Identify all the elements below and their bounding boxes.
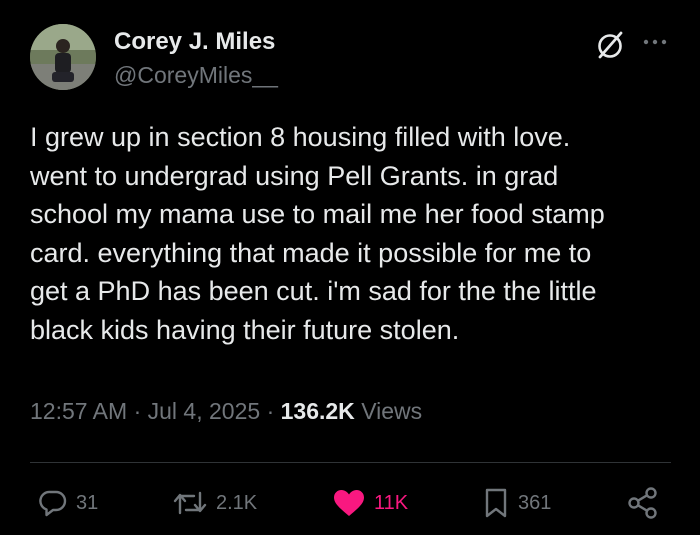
author-handle[interactable]: @CoreyMiles__ [114, 62, 278, 89]
author-display-name[interactable]: Corey J. Miles [114, 28, 275, 56]
tweet-card: Corey J. Miles @CoreyMiles__ I grew up i… [0, 0, 700, 535]
retweet-count: 2.1K [216, 491, 258, 514]
tweet-date[interactable]: Jul 4, 2025 [148, 398, 261, 424]
divider [30, 462, 671, 463]
share-button[interactable] [626, 486, 660, 520]
reply-count: 31 [76, 491, 99, 514]
avatar[interactable] [30, 24, 96, 90]
bookmark-icon [482, 487, 510, 519]
tweet-meta: 12:57 AM · Jul 4, 2025 · 136.2K Views [30, 398, 422, 425]
heart-filled-icon [332, 488, 366, 518]
like-button[interactable]: 11K [332, 486, 408, 520]
bookmark-count: 361 [518, 491, 552, 514]
views-label: Views [361, 398, 423, 424]
retweet-icon [172, 488, 208, 518]
like-count: 11K [374, 491, 409, 514]
tweet-time[interactable]: 12:57 AM [30, 398, 127, 424]
share-icon [626, 486, 660, 520]
bookmark-button[interactable]: 361 [482, 486, 551, 520]
reply-button[interactable]: 31 [38, 486, 98, 520]
meta-separator: · [133, 398, 142, 424]
grok-slash-circle-icon[interactable] [594, 29, 626, 61]
reply-bubble-icon [38, 488, 68, 518]
views-count: 136.2K [280, 398, 355, 424]
more-dots-icon[interactable] [640, 30, 670, 54]
tweet-text: I grew up in section 8 housing filled wi… [30, 122, 605, 345]
meta-separator: · [266, 398, 275, 424]
retweet-button[interactable]: 2.1K [172, 486, 257, 520]
